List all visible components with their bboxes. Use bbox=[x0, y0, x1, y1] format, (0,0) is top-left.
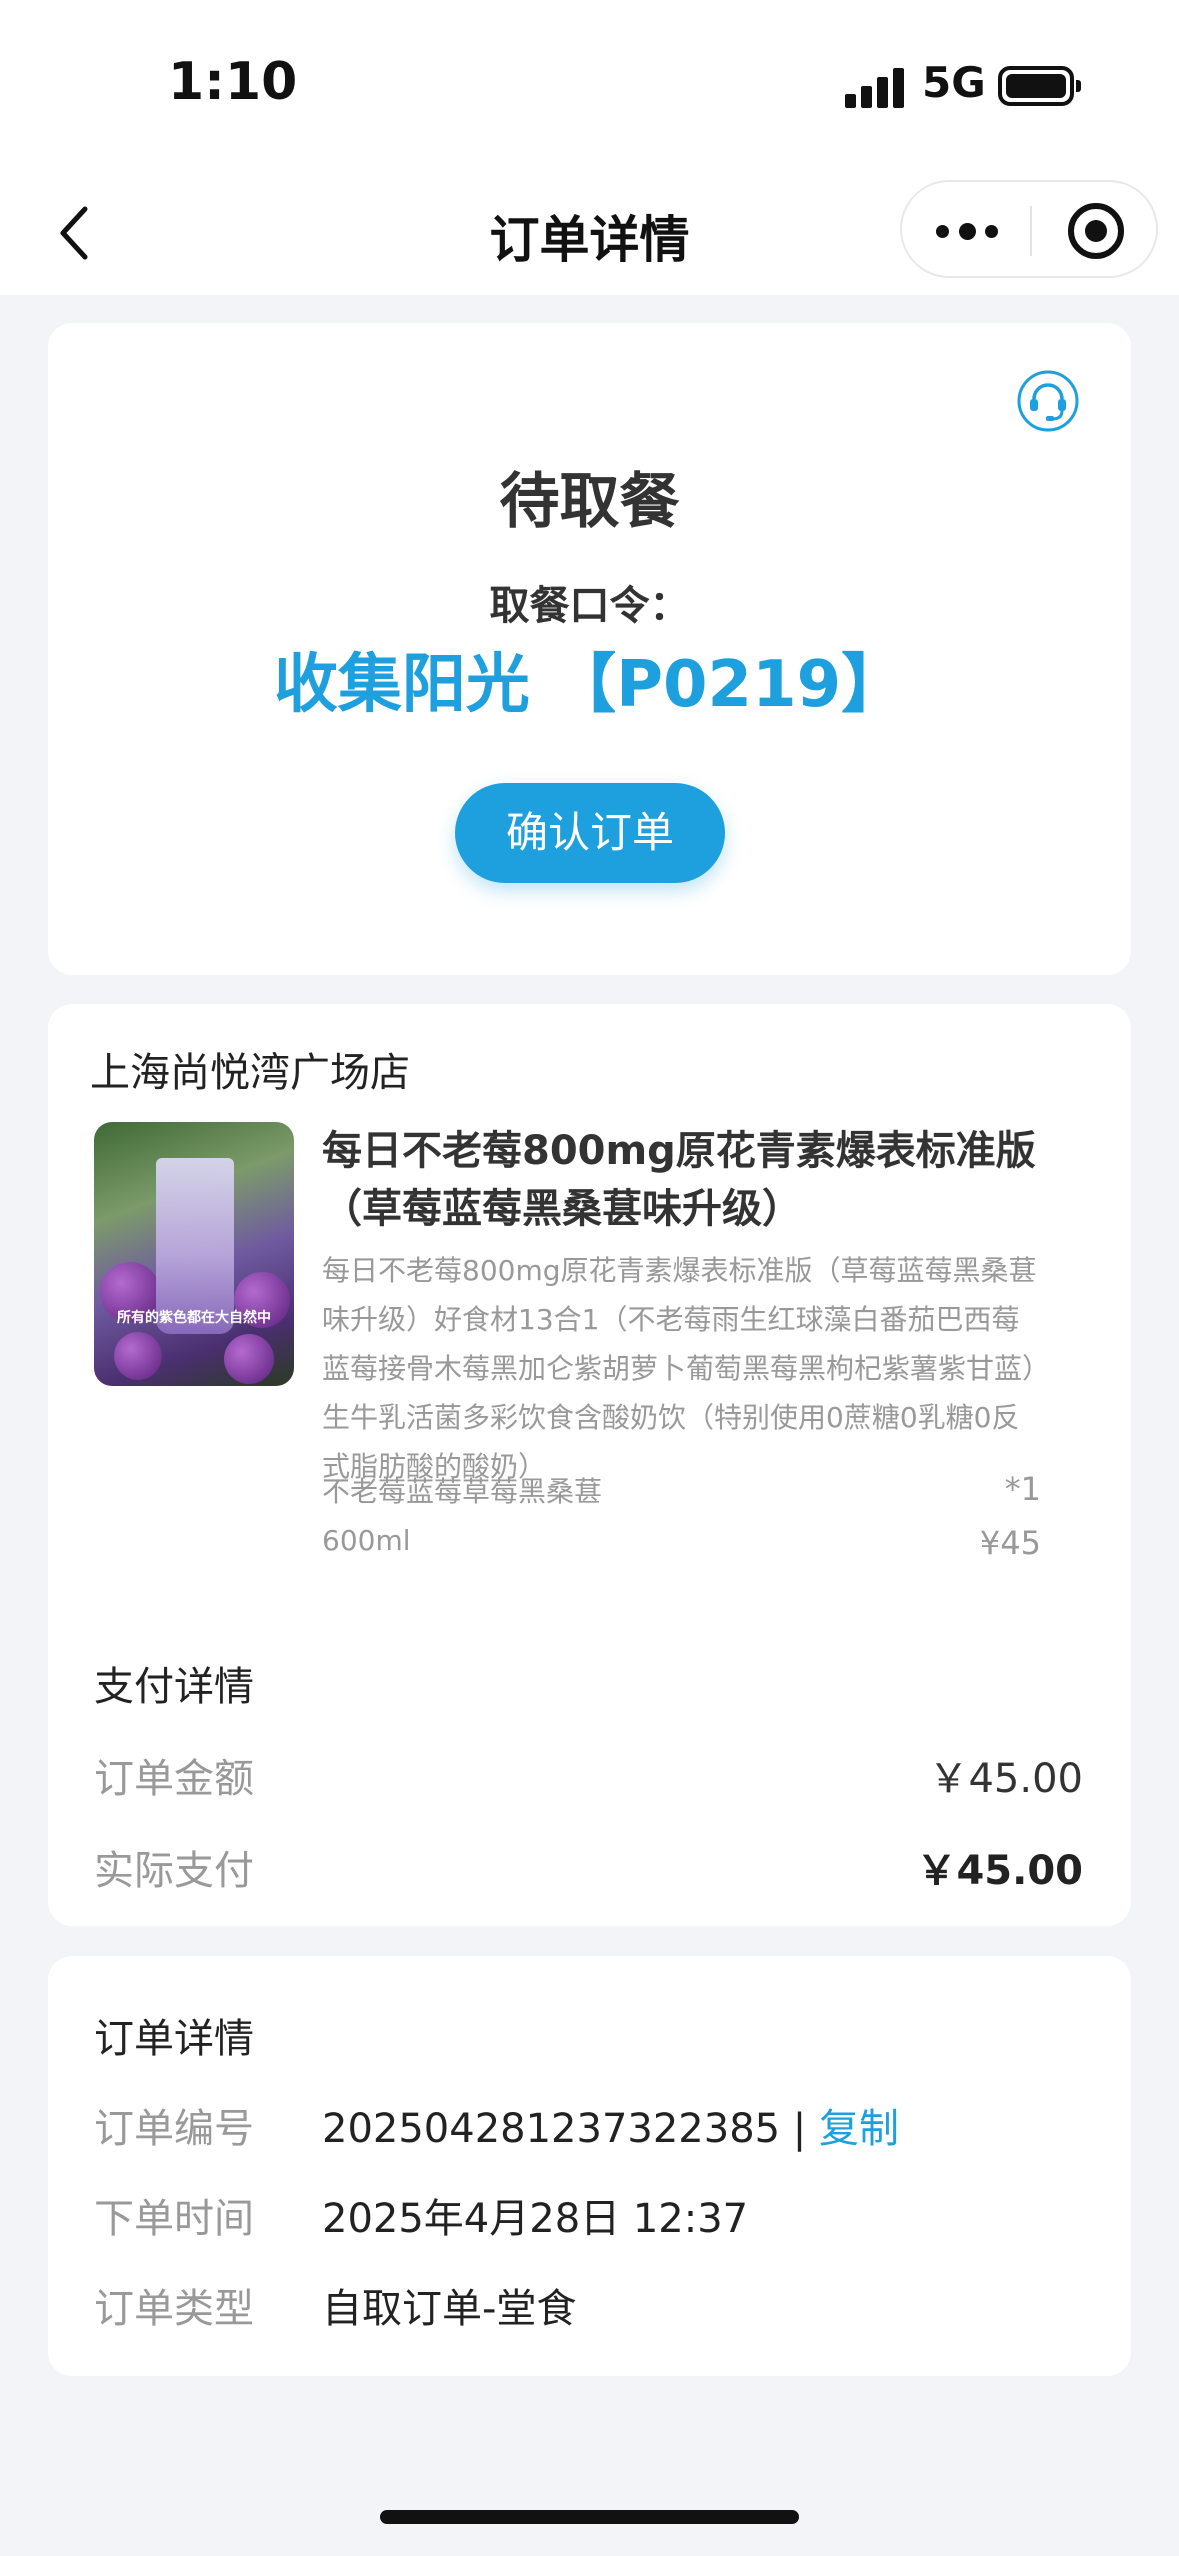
product-quantity: *1 bbox=[1004, 1470, 1041, 1508]
actual-paid-label: 实际支付 bbox=[94, 1848, 254, 1894]
order-status: 待取餐 bbox=[499, 467, 680, 537]
order-items-card: 上海尚悦湾广场店 所有的紫色都在大自然中 每日不老莓800mg原花青素爆表标准版… bbox=[48, 1004, 1131, 1926]
capsule-divider bbox=[1030, 206, 1032, 256]
signal-icon bbox=[845, 66, 905, 108]
product-image[interactable]: 所有的紫色都在大自然中 bbox=[94, 1122, 294, 1386]
more-dot bbox=[985, 225, 998, 238]
more-button[interactable] bbox=[932, 206, 1002, 256]
pickup-code-value: 收集阳光 【P0219】 bbox=[273, 648, 906, 722]
order-type-value: 自取订单-堂食 bbox=[322, 2286, 577, 2332]
order-number-row: 202504281237322385 | 复制 bbox=[322, 2096, 899, 2154]
customer-service-button[interactable] bbox=[1016, 369, 1080, 433]
berry-decoration bbox=[224, 1334, 274, 1384]
confirm-order-button[interactable]: 确认订单 bbox=[455, 783, 725, 883]
image-caption: 所有的紫色都在大自然中 bbox=[117, 1310, 271, 1326]
order-amount-value: ￥45.00 bbox=[928, 1756, 1083, 1802]
product-name: 每日不老莓800mg原花青素爆表标准版（草莓蓝莓黑桑葚味升级） bbox=[322, 1128, 1036, 1232]
berry-decoration bbox=[114, 1332, 162, 1380]
payment-section-title: 支付详情 bbox=[94, 1664, 254, 1710]
product-description: 每日不老莓800mg原花青素爆表标准版（草莓蓝莓黑桑葚味升级）好食材13合1（不… bbox=[322, 1254, 1037, 1483]
more-dots-icon bbox=[936, 225, 949, 238]
home-indicator bbox=[380, 2510, 799, 2524]
product-price: ¥45 bbox=[979, 1524, 1041, 1562]
pickup-card: 待取餐 取餐口令： 收集阳光 【P0219】 确认订单 bbox=[48, 323, 1131, 975]
close-mini-program-button[interactable] bbox=[1068, 203, 1124, 259]
nav-bar: 订单详情 bbox=[0, 170, 1179, 295]
mini-program-capsule bbox=[900, 180, 1158, 278]
order-amount-label: 订单金额 bbox=[94, 1756, 254, 1802]
battery-icon bbox=[998, 66, 1081, 106]
network-type: 5G bbox=[922, 58, 986, 107]
store-name: 上海尚悦湾广场店 bbox=[90, 1050, 410, 1096]
order-number-value: 202504281237322385 bbox=[322, 2106, 781, 2152]
order-details-title: 订单详情 bbox=[94, 2016, 254, 2062]
status-time: 1:10 bbox=[168, 52, 298, 112]
pickup-code-label: 取餐口令： bbox=[489, 583, 690, 629]
order-type-label: 订单类型 bbox=[94, 2286, 254, 2332]
order-time-value: 2025年4月28日 12:37 bbox=[322, 2196, 749, 2242]
copy-separator: | bbox=[780, 2106, 819, 2152]
headset-icon bbox=[1017, 370, 1079, 432]
status-bar: 1:10 5G bbox=[0, 0, 1179, 170]
order-details-card: 订单详情 订单编号 202504281237322385 | 复制 下单时间 2… bbox=[48, 1956, 1131, 2376]
order-time-label: 下单时间 bbox=[94, 2196, 254, 2242]
order-number-label: 订单编号 bbox=[94, 2106, 254, 2152]
product-size: 600ml bbox=[322, 1524, 411, 1557]
more-dot bbox=[959, 223, 976, 240]
copy-order-number-link[interactable]: 复制 bbox=[819, 2106, 899, 2152]
actual-paid-value: ￥45.00 bbox=[916, 1848, 1083, 1894]
product-spec: 不老莓蓝莓草莓黑桑葚 bbox=[322, 1475, 603, 1508]
